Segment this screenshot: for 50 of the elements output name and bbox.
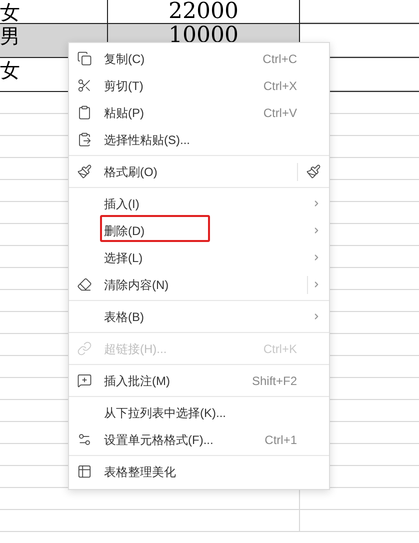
menu-item[interactable]: 设置单元格格式(F)... Ctrl+1: [69, 426, 329, 453]
menu-item[interactable]: 插入(I): [69, 190, 329, 217]
menu-item[interactable]: 删除(D): [69, 217, 329, 244]
comment-plus-icon: [77, 373, 92, 388]
shortcut-text: Ctrl+V: [263, 104, 297, 122]
menu-item-label: 清除内容(N): [104, 278, 169, 292]
cell-text: 10000: [168, 23, 238, 48]
menu-item[interactable]: 插入批注(M) Shift+F2: [69, 367, 329, 394]
menu-item-label: 格式刷(O): [104, 164, 158, 178]
menu-item-label: 超链接(H)...: [104, 342, 167, 356]
link-icon: [77, 341, 92, 356]
scissors-icon: [77, 78, 92, 93]
shortcut-text: Ctrl+X: [263, 78, 297, 94]
shortcut-text: Ctrl+1: [264, 432, 297, 448]
cell-text: 男: [0, 24, 20, 48]
menu-item-label: 粘贴(P): [104, 106, 144, 120]
cell-text: 22000: [168, 0, 238, 24]
menu-item[interactable]: 从下拉列表中选择(K)...: [69, 399, 329, 426]
shortcut-text: Shift+F2: [252, 372, 297, 390]
clipboard-icon: [77, 132, 92, 147]
table-icon: [77, 464, 92, 479]
menu-item[interactable]: 选择(L): [69, 244, 329, 271]
brush-icon: [77, 164, 92, 179]
menu-item-label: 剪切(T): [104, 78, 144, 92]
menu-item[interactable]: 清除内容(N): [69, 271, 329, 298]
menu-item-label: 从下拉列表中选择(K)...: [104, 406, 226, 420]
menu-item-label: 选择性粘贴(S)...: [104, 132, 190, 146]
menu-item-label: 插入(I): [104, 196, 140, 210]
menu-item-label: 选择(L): [104, 250, 143, 264]
clipboard-icon: [77, 105, 92, 120]
menu-item[interactable]: 表格整理美化: [69, 458, 329, 485]
menu-item[interactable]: 复制(C) Ctrl+C: [69, 45, 329, 72]
shortcut-text: Ctrl+C: [262, 50, 297, 68]
menu-item-label: 删除(D): [104, 224, 145, 238]
menu-item-label: 插入批注(M): [104, 374, 170, 388]
menu-item-label: 表格(B): [104, 310, 144, 324]
menu-item-label: 复制(C): [104, 52, 145, 66]
copy-icon: [77, 51, 92, 66]
menu-item[interactable]: 粘贴(P) Ctrl+V: [69, 99, 329, 126]
menu-item[interactable]: 表格(B): [69, 303, 329, 330]
menu-item[interactable]: 格式刷(O): [69, 158, 329, 185]
menu-item-label: 表格整理美化: [104, 464, 176, 478]
eraser-icon: [77, 277, 92, 292]
menu-item-label: 设置单元格格式(F)...: [104, 432, 214, 446]
cell-text: 女: [0, 58, 20, 82]
menu-item[interactable]: 剪切(T) Ctrl+X: [69, 72, 329, 99]
cell-settings-icon: [77, 432, 92, 447]
menu-item[interactable]: 选择性粘贴(S)...: [69, 126, 329, 153]
brush-icon: [306, 164, 321, 179]
cell-text: 女: [0, 0, 20, 24]
